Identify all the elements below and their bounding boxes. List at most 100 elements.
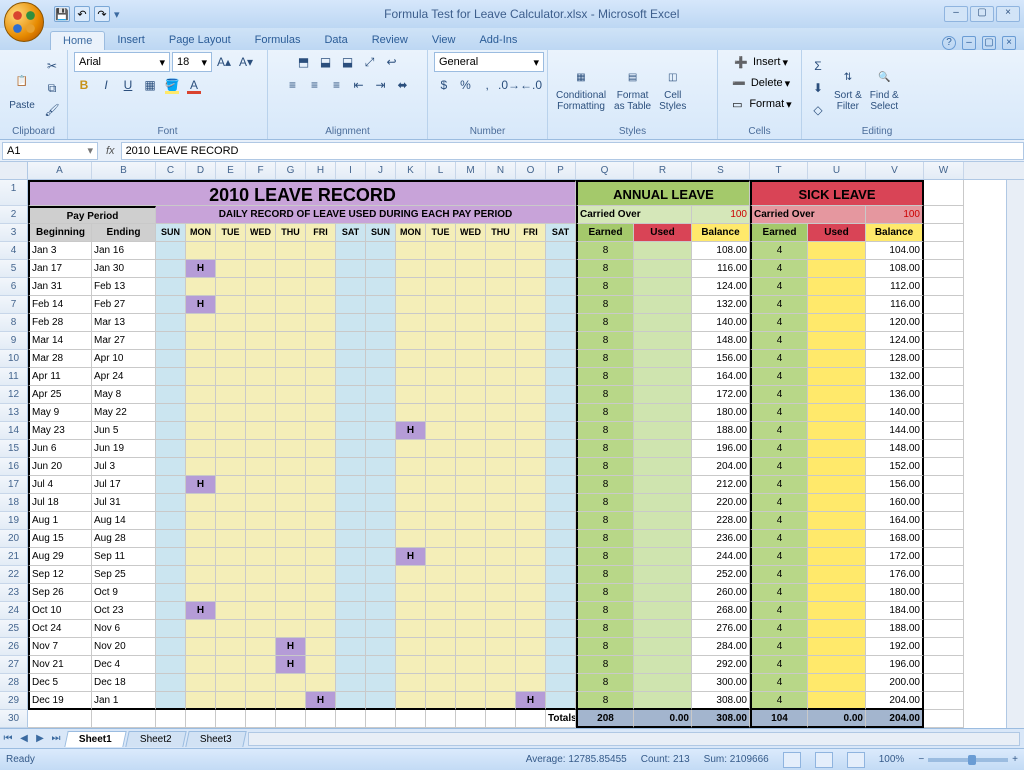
border-button[interactable]: ▦ [140, 75, 160, 95]
minimize-button[interactable]: – [944, 6, 968, 22]
row-header-18[interactable]: 18 [0, 494, 28, 512]
ribbon-tab-data[interactable]: Data [312, 31, 359, 50]
row-header-11[interactable]: 11 [0, 368, 28, 386]
tab-next-icon[interactable]: ▶ [32, 733, 48, 744]
col-header-T[interactable]: T [750, 162, 808, 179]
row-header-15[interactable]: 15 [0, 440, 28, 458]
fill-color-button[interactable]: 🪣 [162, 75, 182, 95]
vertical-scrollbar[interactable] [1006, 180, 1024, 728]
format-painter-icon[interactable]: 🖌 [42, 100, 62, 120]
ribbon-tab-review[interactable]: Review [360, 31, 420, 50]
row-header-10[interactable]: 10 [0, 350, 28, 368]
restore-button[interactable]: ▢ [970, 6, 994, 22]
ribbon-minimize-icon[interactable]: – [962, 36, 976, 50]
col-header-M[interactable]: M [456, 162, 486, 179]
zoom-in-icon[interactable]: + [1012, 754, 1018, 765]
select-all-corner[interactable] [0, 162, 28, 179]
row-header-25[interactable]: 25 [0, 620, 28, 638]
row-header-3[interactable]: 3 [0, 224, 28, 242]
row-header-13[interactable]: 13 [0, 404, 28, 422]
tab-last-icon[interactable]: ⏭ [48, 733, 64, 744]
row-header-24[interactable]: 24 [0, 602, 28, 620]
row-header-20[interactable]: 20 [0, 530, 28, 548]
font-name-select[interactable]: Arial▾ [74, 52, 170, 72]
wrap-text-icon[interactable]: ↩ [382, 52, 402, 72]
align-bottom-icon[interactable]: ⬓ [338, 52, 358, 72]
col-header-E[interactable]: E [216, 162, 246, 179]
decrease-indent-icon[interactable]: ⇤ [349, 75, 369, 95]
sheet-tab-sheet3[interactable]: Sheet3 [185, 731, 246, 747]
row-header-7[interactable]: 7 [0, 296, 28, 314]
conditional-formatting-button[interactable]: ▦Conditional Formatting [554, 64, 608, 112]
ribbon-tab-home[interactable]: Home [50, 31, 105, 50]
ribbon-tab-insert[interactable]: Insert [105, 31, 157, 50]
fill-icon[interactable]: ⬇ [808, 78, 828, 98]
sort-filter-button[interactable]: ⇅Sort & Filter [832, 64, 864, 112]
clear-icon[interactable]: ◇ [808, 100, 828, 120]
align-middle-icon[interactable]: ⬓ [316, 52, 336, 72]
row-header-4[interactable]: 4 [0, 242, 28, 260]
format-as-table-button[interactable]: ▤Format as Table [612, 64, 653, 112]
office-button[interactable] [4, 2, 44, 42]
percent-icon[interactable]: % [456, 75, 476, 95]
format-cells-button[interactable]: ▭Format▾ [727, 94, 791, 114]
spreadsheet-grid[interactable]: 2010 LEAVE RECORDANNUAL LEAVESICK LEAVEP… [28, 180, 1006, 728]
align-center-icon[interactable]: ≡ [305, 75, 325, 95]
currency-icon[interactable]: $ [434, 75, 454, 95]
ribbon-tab-formulas[interactable]: Formulas [243, 31, 313, 50]
row-header-8[interactable]: 8 [0, 314, 28, 332]
col-header-U[interactable]: U [808, 162, 866, 179]
view-layout-icon[interactable] [815, 752, 833, 768]
align-top-icon[interactable]: ⬒ [294, 52, 314, 72]
row-header-6[interactable]: 6 [0, 278, 28, 296]
col-header-R[interactable]: R [634, 162, 692, 179]
ribbon-restore-icon[interactable]: ▢ [982, 36, 996, 50]
row-header-29[interactable]: 29 [0, 692, 28, 710]
row-header-5[interactable]: 5 [0, 260, 28, 278]
zoom-slider[interactable]: − + [918, 754, 1018, 765]
row-header-9[interactable]: 9 [0, 332, 28, 350]
col-header-D[interactable]: D [186, 162, 216, 179]
col-header-B[interactable]: B [92, 162, 156, 179]
view-normal-icon[interactable] [783, 752, 801, 768]
col-header-J[interactable]: J [366, 162, 396, 179]
qat-redo-icon[interactable]: ↷ [94, 6, 110, 22]
increase-indent-icon[interactable]: ⇥ [371, 75, 391, 95]
close-button[interactable]: × [996, 6, 1020, 22]
ribbon-tab-add-ins[interactable]: Add-Ins [467, 31, 529, 50]
col-header-G[interactable]: G [276, 162, 306, 179]
decrease-decimal-icon[interactable]: ←.0 [521, 75, 541, 95]
paste-button[interactable]: 📋 Paste [6, 66, 38, 111]
qat-undo-icon[interactable]: ↶ [74, 6, 90, 22]
formula-input[interactable]: 2010 LEAVE RECORD [121, 142, 1024, 160]
sheet-tab-sheet1[interactable]: Sheet1 [64, 731, 126, 747]
sheet-tab-sheet2[interactable]: Sheet2 [125, 731, 186, 747]
col-header-K[interactable]: K [396, 162, 426, 179]
row-header-22[interactable]: 22 [0, 566, 28, 584]
col-header-C[interactable]: C [156, 162, 186, 179]
name-box[interactable]: A1▾ [2, 142, 98, 160]
row-header-16[interactable]: 16 [0, 458, 28, 476]
col-header-S[interactable]: S [692, 162, 750, 179]
orientation-icon[interactable]: ⤢ [360, 52, 380, 72]
cell-styles-button[interactable]: ◫Cell Styles [657, 64, 688, 112]
row-header-1[interactable]: 1 [0, 180, 28, 206]
col-header-N[interactable]: N [486, 162, 516, 179]
delete-cells-button[interactable]: ➖Delete▾ [729, 73, 790, 93]
col-header-W[interactable]: W [924, 162, 964, 179]
col-header-L[interactable]: L [426, 162, 456, 179]
zoom-out-icon[interactable]: − [918, 754, 924, 765]
row-header-19[interactable]: 19 [0, 512, 28, 530]
col-header-I[interactable]: I [336, 162, 366, 179]
copy-icon[interactable]: ⧉ [42, 78, 62, 98]
bold-button[interactable]: B [74, 75, 94, 95]
col-header-O[interactable]: O [516, 162, 546, 179]
col-header-V[interactable]: V [866, 162, 924, 179]
autosum-icon[interactable]: Σ [808, 56, 828, 76]
view-pagebreak-icon[interactable] [847, 752, 865, 768]
font-color-button[interactable]: A [184, 75, 204, 95]
col-header-Q[interactable]: Q [576, 162, 634, 179]
align-left-icon[interactable]: ≡ [283, 75, 303, 95]
row-header-28[interactable]: 28 [0, 674, 28, 692]
tab-prev-icon[interactable]: ◀ [16, 733, 32, 744]
